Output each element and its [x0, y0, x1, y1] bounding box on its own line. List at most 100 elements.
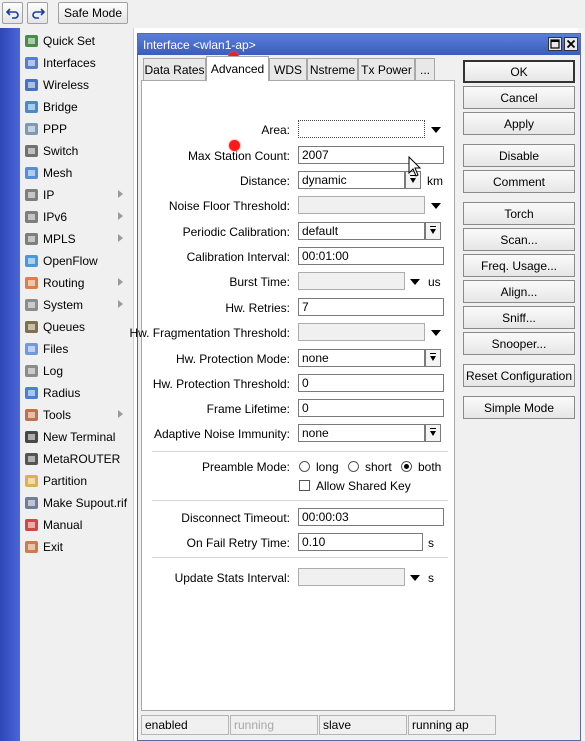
dialog-title: Interface <wlan1-ap> [143, 38, 256, 52]
sidebar-item-ip[interactable]: IP [20, 184, 134, 206]
preamble-both-radio[interactable] [401, 461, 412, 472]
ok-button[interactable]: OK [463, 60, 575, 83]
sidebar-item-queues[interactable]: Queues [20, 316, 134, 338]
sidebar-item-metarouter[interactable]: MetaROUTER [20, 448, 134, 470]
adaptive-noise-immunity-field[interactable]: none [298, 424, 425, 442]
queues-icon [24, 320, 39, 334]
quick-set-icon [24, 34, 39, 48]
update-stats-interval-field[interactable] [298, 568, 405, 586]
tab-more[interactable]: ... [415, 58, 435, 80]
sidebar-item-system[interactable]: System [20, 294, 134, 316]
metarouter-icon [24, 452, 39, 466]
undo-button[interactable] [2, 2, 23, 24]
sidebar-item-radius[interactable]: Radius [20, 382, 134, 404]
sidebar-item-interfaces[interactable]: Interfaces [20, 52, 134, 74]
sidebar-item-partition[interactable]: Partition [20, 470, 134, 492]
disable-button[interactable]: Disable [463, 144, 575, 167]
hw-retries-field[interactable]: 7 [298, 298, 444, 316]
on-fail-retry-time-unit: s [428, 536, 434, 550]
frame-lifetime-field[interactable]: 0 [298, 399, 444, 417]
hw-protection-mode-dropdown-button[interactable] [425, 349, 441, 367]
sidebar-item-switch[interactable]: Switch [20, 140, 134, 162]
sidebar-item-label: Bridge [43, 100, 78, 114]
dialog-titlebar[interactable]: Interface <wlan1-ap> [138, 34, 580, 55]
sidebar-item-label: OpenFlow [43, 254, 98, 268]
frame-lifetime-label: Frame Lifetime: [206, 402, 290, 416]
hw-protection-mode-field[interactable]: none [298, 349, 425, 367]
sniff-button[interactable]: Sniff... [463, 306, 575, 329]
sidebar-item-ipv6[interactable]: IPv6 [20, 206, 134, 228]
max-station-count-field[interactable]: 2007 [298, 146, 444, 164]
comment-button[interactable]: Comment [463, 170, 575, 193]
sidebar-item-quick-set[interactable]: Quick Set [20, 30, 134, 52]
burst-time-dropdown-arrow-icon[interactable] [410, 279, 420, 285]
reset-configuration-button[interactable]: Reset Configuration [463, 364, 575, 387]
sidebar-item-tools[interactable]: Tools [20, 404, 134, 426]
sidebar-item-make-supout-rif[interactable]: Make Supout.rif [20, 492, 134, 514]
safe-mode-button[interactable]: Safe Mode [58, 2, 128, 24]
tab-advanced[interactable]: Advanced [206, 56, 269, 81]
sidebar-item-mesh[interactable]: Mesh [20, 162, 134, 184]
separator [152, 557, 448, 558]
sidebar-item-files[interactable]: Files [20, 338, 134, 360]
top-toolbar: Safe Mode [0, 0, 585, 28]
status-running: running [230, 715, 318, 735]
tab-tx-power[interactable]: Tx Power [358, 58, 415, 80]
update-stats-interval-label: Update Stats Interval: [174, 571, 290, 585]
distance-field[interactable]: dynamic [298, 171, 405, 189]
preamble-long-radio[interactable] [299, 461, 310, 472]
sidebar-item-log[interactable]: Log [20, 360, 134, 382]
sidebar-item-manual[interactable]: Manual [20, 514, 134, 536]
freq-usage-button[interactable]: Freq. Usage... [463, 254, 575, 277]
sidebar-item-label: MetaROUTER [43, 452, 121, 466]
simple-mode-button[interactable]: Simple Mode [463, 396, 575, 419]
cancel-button[interactable]: Cancel [463, 86, 575, 109]
mpls-icon [24, 232, 39, 246]
hw-fragmentation-dropdown-arrow-icon[interactable] [431, 330, 441, 336]
disconnect-timeout-field[interactable]: 00:00:03 [298, 508, 444, 526]
apply-button[interactable]: Apply [463, 112, 575, 135]
routing-icon [24, 276, 39, 290]
periodic-calibration-field[interactable]: default [298, 222, 425, 240]
sidebar-item-openflow[interactable]: OpenFlow [20, 250, 134, 272]
scan-button[interactable]: Scan... [463, 228, 575, 251]
sidebar-item-label: IPv6 [43, 210, 68, 224]
sidebar-item-label: Routing [43, 276, 85, 290]
snooper-button[interactable]: Snooper... [463, 332, 575, 355]
allow-shared-key-checkbox[interactable] [299, 480, 310, 491]
sidebar-item-new-terminal[interactable]: New Terminal [20, 426, 134, 448]
preamble-short-radio[interactable] [348, 461, 359, 472]
calibration-interval-field[interactable]: 00:01:00 [298, 247, 444, 265]
sidebar-item-routing[interactable]: Routing [20, 272, 134, 294]
sidebar-item-wireless[interactable]: Wireless [20, 74, 134, 96]
torch-button[interactable]: Torch [463, 202, 575, 225]
sidebar-item-mpls[interactable]: MPLS [20, 228, 134, 250]
area-dropdown-arrow-icon[interactable] [431, 127, 441, 133]
tab-nstreme[interactable]: Nstreme [307, 58, 358, 80]
noise-floor-dropdown-arrow-icon[interactable] [431, 203, 441, 209]
align-button[interactable]: Align... [463, 280, 575, 303]
adaptive-noise-immunity-dropdown-button[interactable] [425, 424, 441, 442]
sidebar-item-bridge[interactable]: Bridge [20, 96, 134, 118]
burst-time-field[interactable] [298, 272, 405, 290]
sidebar-item-label: New Terminal [43, 430, 116, 444]
hw-protection-threshold-field[interactable]: 0 [298, 374, 444, 392]
bridge-icon [24, 100, 39, 114]
ppp-icon [24, 122, 39, 136]
sidebar-item-exit[interactable]: Exit [20, 536, 134, 558]
tab-data-rates[interactable]: Data Rates [143, 58, 206, 80]
noise-floor-threshold-field[interactable] [298, 196, 425, 214]
tab-wds[interactable]: WDS [269, 58, 307, 80]
hw-fragmentation-threshold-field[interactable] [298, 323, 425, 341]
on-fail-retry-time-field[interactable]: 0.10 [298, 533, 423, 551]
redo-button[interactable] [27, 2, 48, 24]
chevron-right-icon [118, 234, 123, 242]
update-stats-dropdown-arrow-icon[interactable] [410, 575, 420, 581]
ip-icon [24, 188, 39, 202]
sidebar-item-ppp[interactable]: PPP [20, 118, 134, 140]
periodic-calibration-dropdown-button[interactable] [425, 222, 441, 240]
sidebar: Quick Set Interfaces Wireless Bridge PPP Swit… [20, 28, 134, 741]
close-button[interactable] [564, 37, 578, 51]
area-field[interactable] [298, 120, 425, 138]
maximize-button[interactable] [548, 37, 562, 51]
